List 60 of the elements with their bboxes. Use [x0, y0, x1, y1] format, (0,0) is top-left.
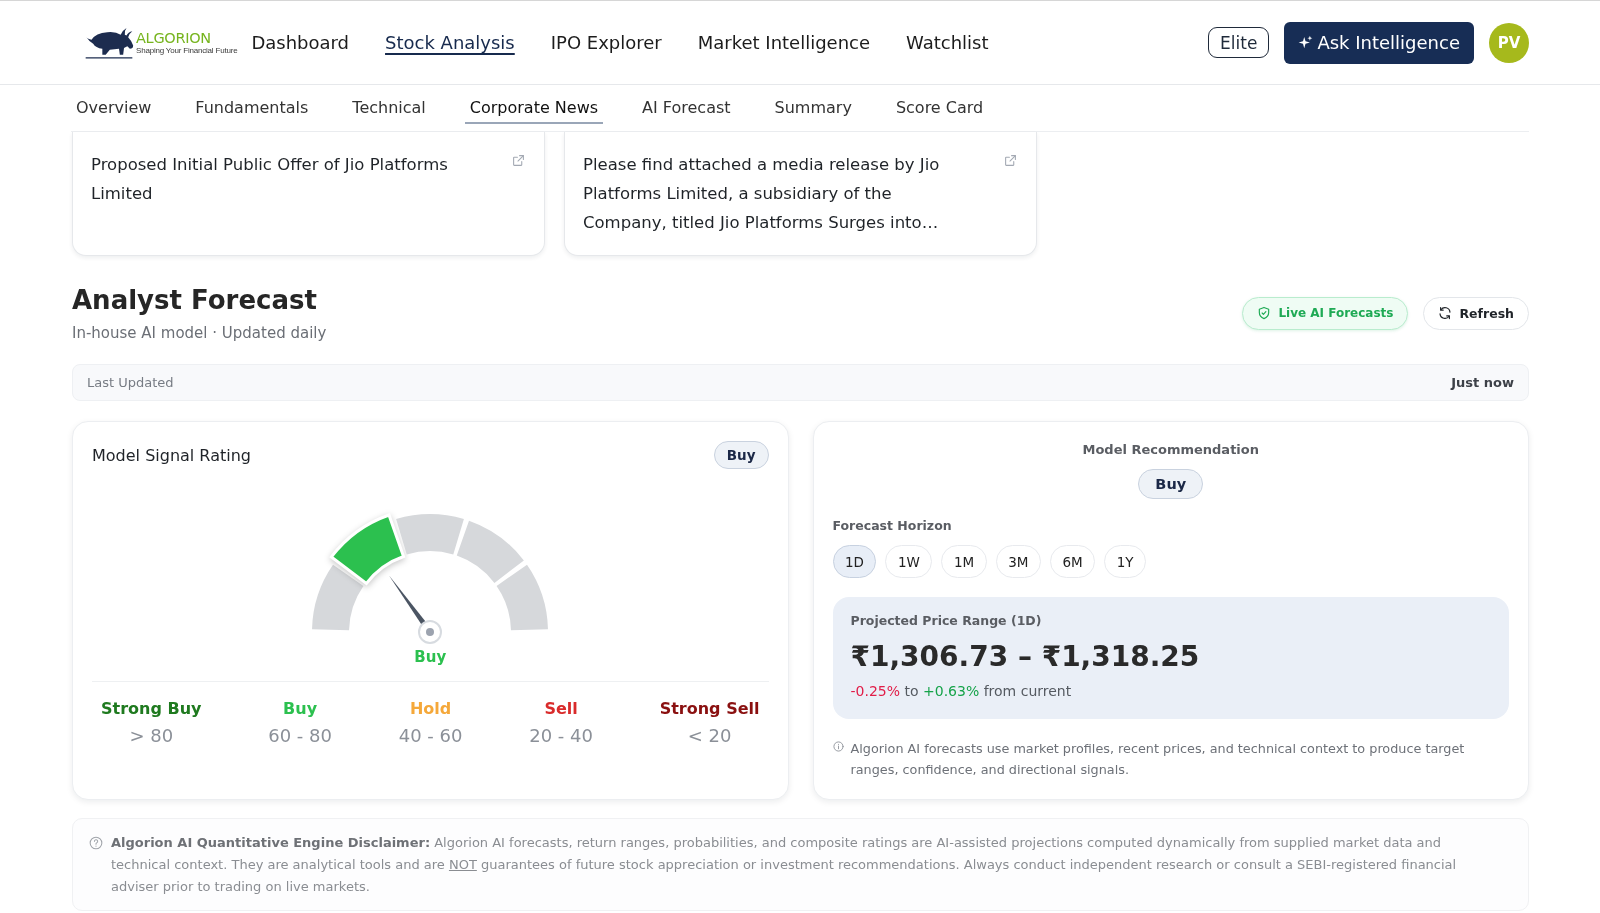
nav-link[interactable]: Watchlist: [906, 29, 989, 56]
rating-range: 20 - 40: [529, 724, 593, 748]
rating-range: 60 - 80: [268, 724, 332, 748]
rating-range: > 80: [129, 724, 174, 748]
rating-label: Strong Sell: [659, 698, 760, 720]
news-title: Please find attached a media release by Jio Platforms Limited, a subsidiary of the Company, titled Jio Platforms Surges into…: [583, 154, 941, 234]
projection-label: Projected Price Range (1D): [850, 612, 1042, 630]
ask-button[interactable]: Ask Intelligence: [1284, 21, 1474, 64]
last-updated-label: Last Updated: [87, 375, 174, 390]
horizon-chip[interactable]: 1Y: [1104, 545, 1146, 578]
gauge-reading: Buy: [414, 647, 447, 667]
refresh-icon: [1438, 306, 1453, 320]
plan-badge[interactable]: Elite: [1208, 27, 1270, 58]
rating-label: Strong Buy: [101, 698, 202, 720]
section-tab[interactable]: Corporate News: [464, 94, 604, 124]
horizon-label: Forecast Horizon: [832, 517, 952, 535]
external-link-icon[interactable]: [1004, 154, 1017, 167]
brand-tagline: Shaping Your Financial Future: [136, 46, 238, 55]
recommendation-badge: Buy: [1138, 469, 1204, 499]
rating-range: < 20: [687, 724, 732, 748]
refresh-button[interactable]: Refresh: [1423, 296, 1529, 330]
brand-name: ALGORION: [136, 30, 211, 46]
external-link-icon[interactable]: [512, 154, 525, 167]
card-title: Model Signal Rating: [92, 445, 251, 465]
disclaimer-text: Algorion AI Quantitative Engine Disclaimer: Algorion AI forecasts, return ranges, probabilities, and composite ratings are AI-assisted projections computed dynamically from supplied market data and technical context. They are analytical tools and are NOT guarantees of future stock appreciation or investment recommendations. Always conduct independent research or consult a SEBI-registered financial adviser prior to trading on live markets.: [111, 834, 1458, 896]
rating-label: Sell: [544, 698, 578, 720]
forecast-note: Algorion AI forecasts use market profiles, recent prices, and technical context to produce target ranges, confidence, and directional signals.: [850, 740, 1466, 779]
section-tab[interactable]: Overview: [71, 94, 157, 124]
change-line: -0.25% to +0.63% from current: [850, 682, 1072, 701]
nav-link[interactable]: Dashboard: [251, 29, 350, 56]
nav-link[interactable]: Stock Analysis: [385, 29, 515, 56]
section-tab[interactable]: Fundamentals: [190, 94, 314, 124]
horizon-chip[interactable]: 6M: [1049, 545, 1096, 578]
section-tab[interactable]: Technical: [347, 94, 431, 124]
news-card[interactable]: Please find attached a media release by Jio Platforms Limited, a subsidiary of the Company, titled Jio Platforms Surges into…: [564, 132, 1037, 256]
news-card[interactable]: Proposed Initial Public Offer of Jio Platforms Limited: [72, 132, 545, 256]
section-title: Analyst Forecast: [72, 284, 318, 317]
signal-badge: Buy: [713, 441, 769, 469]
last-updated-value: Just now: [1451, 375, 1514, 390]
horizon-chip[interactable]: 3M: [995, 545, 1041, 578]
horizon-chip[interactable]: 1W: [885, 545, 933, 578]
horizon-chip[interactable]: 1D: [832, 545, 877, 578]
section-subtitle: In-house AI model · Updated daily: [72, 323, 327, 344]
rating-label: Buy: [283, 698, 318, 720]
news-title: Proposed Initial Public Offer of Jio Platforms Limited: [91, 154, 449, 205]
price-range: ₹1,306.73 – ₹1,318.25: [850, 639, 1200, 675]
sparkle-icon: [1298, 35, 1314, 50]
shield-check-icon: [1257, 306, 1272, 320]
nav-link[interactable]: IPO Explorer: [550, 29, 662, 56]
section-tab[interactable]: Summary: [769, 94, 857, 124]
horizon-chip[interactable]: 1M: [941, 545, 987, 578]
rating-label: Hold: [409, 698, 452, 720]
info-icon: [832, 741, 844, 752]
rating-range: 40 - 60: [398, 724, 463, 748]
nav-link[interactable]: Market Intelligence: [697, 29, 871, 56]
card-title: Model Recommendation: [1082, 441, 1259, 458]
gauge-needle: [389, 575, 443, 644]
section-tab[interactable]: AI Forecast: [637, 94, 736, 124]
section-tab[interactable]: Score Card: [890, 94, 989, 124]
help-icon: [89, 836, 103, 850]
